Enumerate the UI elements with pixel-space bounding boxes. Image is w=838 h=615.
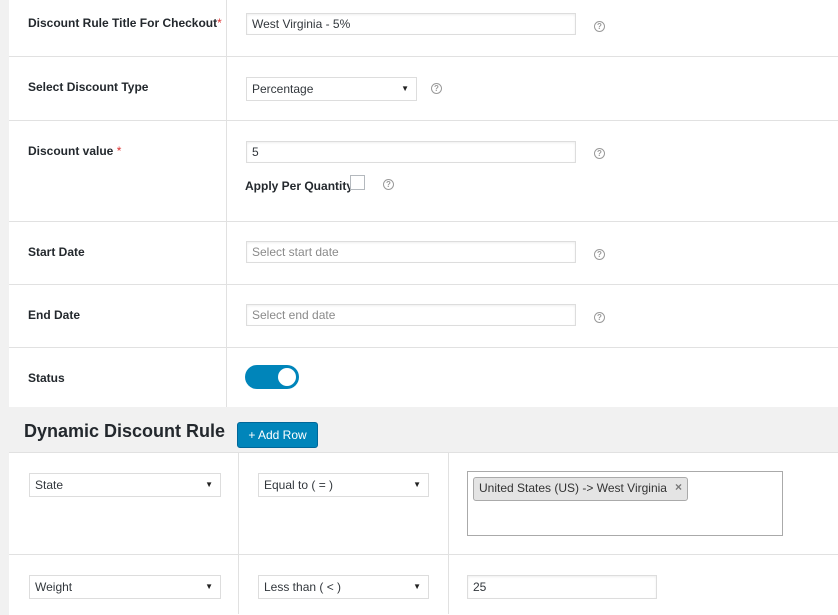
column-divider bbox=[238, 453, 239, 614]
row-divider bbox=[9, 554, 838, 555]
discount-type-value: Percentage bbox=[252, 82, 314, 96]
required-marker: * bbox=[217, 16, 222, 30]
status-label-cell: Status bbox=[9, 348, 227, 407]
rule-operator-select[interactable]: Less than ( < ) ▼ bbox=[258, 575, 429, 599]
add-row-button[interactable]: + Add Row bbox=[237, 422, 318, 448]
help-icon[interactable]: ? bbox=[594, 148, 605, 159]
help-icon[interactable]: ? bbox=[383, 179, 394, 190]
status-toggle[interactable] bbox=[245, 365, 299, 389]
status-row: Status bbox=[9, 348, 838, 407]
discount-value-input[interactable]: 5 bbox=[246, 141, 576, 163]
discount-type-row: Select Discount Type bbox=[9, 57, 838, 121]
discount-type-select[interactable]: Percentage ▼ bbox=[246, 77, 417, 101]
chevron-down-icon: ▼ bbox=[413, 480, 421, 489]
start-date-label-cell: Start Date bbox=[9, 222, 227, 284]
required-marker: * bbox=[116, 144, 122, 158]
rule-field-select[interactable]: State ▼ bbox=[29, 473, 221, 497]
help-icon[interactable]: ? bbox=[594, 249, 605, 260]
start-date-input[interactable]: Select start date bbox=[246, 241, 576, 263]
title-label-cell: Discount Rule Title For Checkout* bbox=[9, 0, 227, 56]
chevron-down-icon: ▼ bbox=[401, 84, 409, 93]
state-multiselect[interactable]: United States (US) -> West Virginia × bbox=[467, 471, 783, 536]
rule-field-value: Weight bbox=[35, 580, 73, 594]
apply-per-quantity-label: Apply Per Quantity bbox=[245, 179, 354, 193]
rule-title-input[interactable]: West Virginia - 5% bbox=[246, 13, 576, 35]
end-date-label-cell: End Date bbox=[9, 285, 227, 347]
rule-value-input[interactable]: 25 bbox=[467, 575, 657, 599]
help-icon[interactable]: ? bbox=[431, 83, 442, 94]
chevron-down-icon: ▼ bbox=[413, 582, 421, 591]
discount-value-label: Discount value * bbox=[28, 144, 122, 158]
help-icon[interactable]: ? bbox=[594, 312, 605, 323]
rule-operator-value: Less than ( < ) bbox=[264, 580, 342, 594]
remove-tag-icon[interactable]: × bbox=[675, 477, 682, 498]
end-date-input[interactable]: Select end date bbox=[246, 304, 576, 326]
column-divider bbox=[448, 453, 449, 614]
rule-field-select[interactable]: Weight ▼ bbox=[29, 575, 221, 599]
discount-value-label-cell: Discount value * bbox=[9, 121, 227, 221]
rule-field-value: State bbox=[35, 478, 64, 492]
discount-value-row: Discount value * bbox=[9, 121, 838, 222]
title-label: Discount Rule Title For Checkout* bbox=[28, 16, 222, 30]
apply-per-quantity-checkbox[interactable] bbox=[350, 175, 365, 190]
discount-type-label-cell: Select Discount Type bbox=[9, 57, 227, 120]
dynamic-rule-title: Dynamic Discount Rule bbox=[24, 421, 226, 441]
rule-operator-value: Equal to ( = ) bbox=[264, 478, 334, 492]
end-date-label: End Date bbox=[28, 308, 81, 322]
rule-operator-select[interactable]: Equal to ( = ) ▼ bbox=[258, 473, 429, 497]
discount-type-label: Select Discount Type bbox=[28, 80, 149, 94]
help-icon[interactable]: ? bbox=[594, 21, 605, 32]
discount-rule-form: Discount Rule Title For Checkout* Select… bbox=[9, 0, 838, 407]
selected-state-label: United States (US) -> West Virginia bbox=[479, 481, 667, 495]
start-date-label: Start Date bbox=[28, 245, 85, 259]
chevron-down-icon: ▼ bbox=[205, 480, 213, 489]
selected-state-tag: United States (US) -> West Virginia × bbox=[473, 477, 688, 501]
status-label: Status bbox=[28, 371, 65, 385]
toggle-knob bbox=[278, 368, 296, 386]
chevron-down-icon: ▼ bbox=[205, 582, 213, 591]
